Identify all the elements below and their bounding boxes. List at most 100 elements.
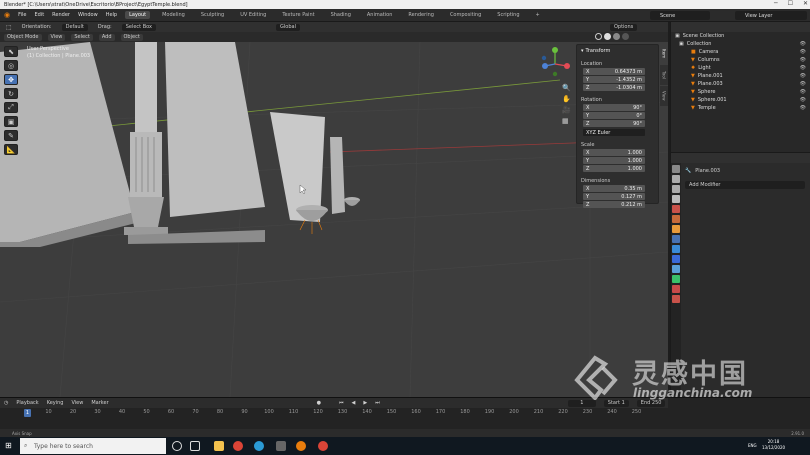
outliner-item-plane-001[interactable]: ▼ Plane.001 👁 xyxy=(671,72,810,80)
file-explorer-icon[interactable] xyxy=(214,441,224,451)
outliner-item-plane-003[interactable]: ▼ Plane.003 👁 xyxy=(671,80,810,88)
scene-selector[interactable]: Scene xyxy=(650,11,710,20)
grid-view-icon[interactable]: ▦ xyxy=(562,117,571,125)
menu-window[interactable]: Window xyxy=(78,12,98,18)
transform-orientation-dropdown[interactable]: Global xyxy=(276,23,300,31)
shading-material-icon[interactable] xyxy=(613,33,620,40)
dimensions-z-field[interactable]: Z 0.212 m xyxy=(583,201,645,208)
scene-properties-tab-icon[interactable] xyxy=(672,205,680,213)
workspace-tab-texture-paint[interactable]: Texture Paint xyxy=(278,11,318,19)
viewport-menu-add[interactable]: Add xyxy=(98,33,115,41)
viewport-menu-object[interactable]: Object xyxy=(120,33,143,41)
outliner-item-light[interactable]: ✹ Light 👁 xyxy=(671,64,810,72)
editor-type-icon[interactable]: ◷ xyxy=(4,400,8,406)
scale-y-field[interactable]: Y 1.000 xyxy=(583,157,645,164)
eye-icon[interactable]: 👁 xyxy=(800,73,806,79)
taskbar-search-box[interactable]: ⌕ Type here to search xyxy=(20,438,166,454)
camera-view-icon[interactable]: 🎥 xyxy=(562,106,571,114)
workspace-tab-shading[interactable]: Shading xyxy=(327,11,355,19)
world-properties-tab-icon[interactable] xyxy=(672,215,680,223)
maximize-icon[interactable]: ☐ xyxy=(788,0,793,7)
options-dropdown[interactable]: Options xyxy=(609,23,638,31)
end-frame-field[interactable]: End 250 xyxy=(636,399,666,407)
drag-dropdown[interactable]: Select Box xyxy=(121,23,157,31)
eye-icon[interactable]: 👁 xyxy=(800,57,806,63)
menu-help[interactable]: Help xyxy=(106,12,117,18)
rotate-tool-button[interactable]: ↻ xyxy=(4,88,18,99)
eye-icon[interactable]: 👁 xyxy=(800,97,806,103)
store-icon[interactable] xyxy=(276,441,286,451)
outliner-item-sphere[interactable]: ▼ Sphere 👁 xyxy=(671,88,810,96)
object-properties-tab-icon[interactable] xyxy=(672,225,680,233)
menu-render[interactable]: Render xyxy=(52,12,70,18)
workspace-tab-layout[interactable]: Layout xyxy=(125,11,151,19)
viewport-menu-view[interactable]: View xyxy=(47,33,66,41)
workspace-tab-animation[interactable]: Animation xyxy=(363,11,397,19)
location-x-field[interactable]: X 0.64373 m xyxy=(583,68,645,75)
material-properties-tab-icon[interactable] xyxy=(672,285,680,293)
scale-z-field[interactable]: Z 1.000 xyxy=(583,165,645,172)
tool-properties-tab-icon[interactable] xyxy=(672,165,680,173)
clock[interactable]: 20:18 13/12/2020 xyxy=(762,439,785,451)
outliner-item-camera[interactable]: ■ Camera 👁 xyxy=(671,48,810,56)
viewport-menu-select[interactable]: Select xyxy=(71,33,93,41)
menu-file[interactable]: File xyxy=(18,12,26,18)
cursor-tool-button[interactable]: ◎ xyxy=(4,60,18,71)
record-icon[interactable]: ● xyxy=(317,400,321,406)
select-tool-button[interactable]: ⬉ xyxy=(4,46,18,57)
jump-end-icon[interactable]: ⏭ xyxy=(375,400,380,406)
eye-icon[interactable]: 👁 xyxy=(800,65,806,71)
sidebar-tab-tool[interactable]: Tool xyxy=(660,65,668,85)
playhead[interactable]: 1 xyxy=(24,409,31,417)
play-icon[interactable]: ▶ xyxy=(363,400,367,406)
menu-edit[interactable]: Edit xyxy=(34,12,44,18)
rotation-y-field[interactable]: Y 0° xyxy=(583,112,645,119)
scale-x-field[interactable]: X 1.000 xyxy=(583,149,645,156)
workspace-tab-uv-editing[interactable]: UV Editing xyxy=(236,11,270,19)
current-frame-field[interactable]: 1 xyxy=(567,399,596,407)
scale-tool-button[interactable]: ⤢ xyxy=(4,102,18,113)
physics-properties-tab-icon[interactable] xyxy=(672,255,680,263)
outliner-collection[interactable]: ▣ Collection 👁 xyxy=(671,40,810,48)
location-z-field[interactable]: Z -1.0304 m xyxy=(583,84,645,91)
eye-icon[interactable]: 👁 xyxy=(800,41,806,47)
mode-dropdown[interactable]: Object Mode xyxy=(4,33,42,41)
view-layer-selector[interactable]: View Layer xyxy=(735,11,807,20)
eye-icon[interactable]: 👁 xyxy=(800,105,806,111)
workspace-tab-rendering[interactable]: Rendering xyxy=(404,11,438,19)
outliner-item-columns[interactable]: ▼ Columns 👁 xyxy=(671,56,810,64)
modifier-properties-tab-icon[interactable] xyxy=(672,235,680,243)
view-layer-properties-tab-icon[interactable] xyxy=(672,195,680,203)
sidebar-tab-view[interactable]: View xyxy=(660,86,668,106)
outliner-item-sphere-001[interactable]: ▼ Sphere.001 👁 xyxy=(671,96,810,104)
timeline-menu-playback[interactable]: Playback xyxy=(16,400,38,406)
rotation-x-field[interactable]: X 90° xyxy=(583,104,645,111)
navigation-gizmo[interactable] xyxy=(539,44,573,84)
sidebar-tab-item[interactable]: Item xyxy=(660,44,668,64)
blender-taskbar-icon[interactable] xyxy=(296,441,306,451)
select-tool-icon[interactable]: ⬚ xyxy=(6,24,12,31)
workspace-tab-modeling[interactable]: Modeling xyxy=(158,11,189,19)
start-frame-field[interactable]: Start 1 xyxy=(603,399,629,407)
outliner-scene-collection[interactable]: ▣ Scene Collection xyxy=(671,32,810,40)
dimensions-y-field[interactable]: Y 0.127 m xyxy=(583,193,645,200)
eye-icon[interactable]: 👁 xyxy=(800,49,806,55)
play-reverse-icon[interactable]: ◀ xyxy=(352,400,356,406)
frame-ruler[interactable]: 10 20 30 40 50 60 70 80 90 100 110 120 130 140 150 160 1… xyxy=(0,409,668,418)
eye-icon[interactable]: 👁 xyxy=(800,89,806,95)
data-properties-tab-icon[interactable] xyxy=(672,275,680,283)
outliner-item-temple[interactable]: ▼ Temple 👁 xyxy=(671,104,810,112)
rotation-z-field[interactable]: Z 90° xyxy=(583,120,645,127)
workspace-tab-sculpting[interactable]: Sculpting xyxy=(197,11,228,19)
shading-solid-icon[interactable] xyxy=(604,33,611,40)
particles-properties-tab-icon[interactable] xyxy=(672,245,680,253)
windows-start-icon[interactable]: ⊞ xyxy=(5,441,12,450)
task-switch-icon[interactable] xyxy=(190,441,200,451)
timeline-menu-keying[interactable]: Keying xyxy=(47,400,64,406)
eye-icon[interactable]: 👁 xyxy=(800,81,806,87)
jump-start-icon[interactable]: ⏮ xyxy=(339,400,344,406)
pan-hand-icon[interactable]: ✋ xyxy=(562,95,571,103)
timeline-menu-view[interactable]: View xyxy=(71,400,83,406)
chrome-icon[interactable] xyxy=(233,441,243,451)
chrome-icon-2[interactable] xyxy=(318,441,328,451)
